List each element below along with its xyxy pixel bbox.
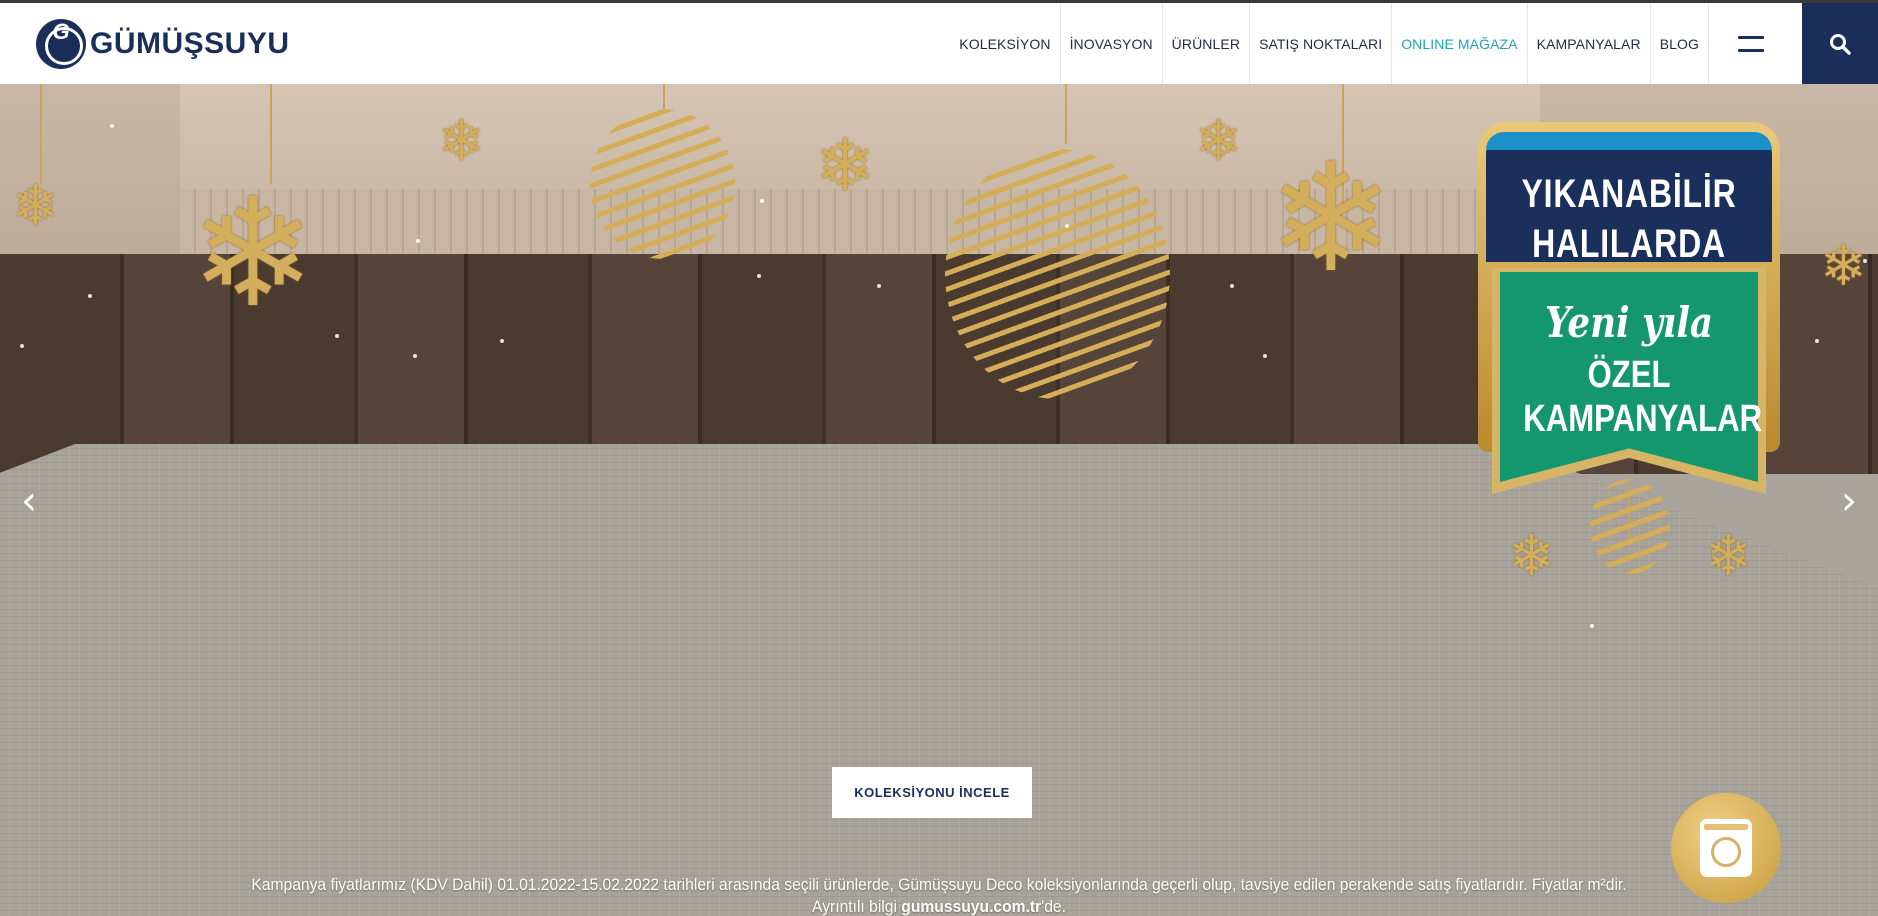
snow-dot: [413, 354, 417, 358]
snow-dot: [88, 294, 92, 298]
brand-name: GÜMÜŞSUYU: [90, 27, 290, 60]
ornament-string: [1065, 84, 1067, 144]
nav-item-blog[interactable]: BLOG: [1651, 3, 1708, 84]
disclaimer-line2: Ayrıntılı bilgi gumussuyu.com.tr'de.: [812, 897, 1066, 916]
snow-dot: [877, 284, 881, 288]
washing-machine-icon: [1700, 819, 1752, 877]
snowflake-ornament-icon: ❄: [12, 174, 59, 239]
nav-item-urunler[interactable]: ÜRÜNLER: [1163, 3, 1251, 84]
main-nav: KOLEKSİYON İNOVASYON ÜRÜNLER SATIŞ NOKTA…: [950, 3, 1708, 84]
snow-dot: [1263, 354, 1267, 358]
snowflake-ornament-icon: ❄: [438, 109, 485, 174]
disclaimer-line1: Kampanya fiyatlarımız (KDV Dahil) 01.01.…: [251, 875, 1627, 894]
snow-dot: [760, 199, 764, 203]
brand-logo[interactable]: G GÜMÜŞSUYU: [36, 18, 290, 70]
campaign-badge: YIKANABİLİR HALILARDA Yeni yıla ÖZEL KAM…: [1478, 122, 1780, 502]
snowflake-ornament-icon: ❄: [1820, 234, 1867, 299]
campaign-disclaimer: Kampanya fiyatlarımız (KDV Dahil) 01.01.…: [75, 874, 1803, 916]
nav-item-koleksiyon[interactable]: KOLEKSİYON: [950, 3, 1061, 84]
nav-item-kampanyalar[interactable]: KAMPANYALAR: [1528, 3, 1651, 84]
slider-prev-arrow[interactable]: ‹: [14, 481, 44, 521]
snow-dot: [1863, 259, 1867, 263]
site-header: G GÜMÜŞSUYU KOLEKSİYON İNOVASYON ÜRÜNLER…: [0, 3, 1878, 84]
search-button[interactable]: [1802, 3, 1878, 84]
badge-script-text: Yeni yıla: [1544, 298, 1714, 347]
chevron-left-icon: ‹: [21, 478, 37, 524]
bauble-ornament-icon: [590, 109, 735, 259]
snow-dot: [416, 239, 420, 243]
bauble-ornament-icon: [945, 149, 1170, 399]
badge-title-line2: HALILARDA: [1532, 222, 1726, 266]
snowflake-ornament-icon: ❄: [190, 167, 316, 341]
snow-dot: [1230, 284, 1234, 288]
snow-dot: [1815, 339, 1819, 343]
disclaimer-link[interactable]: gumussuyu.com.tr: [901, 897, 1041, 916]
badge-line-kampanyalar: KAMPANYALAR: [1523, 398, 1763, 440]
snow-dot: [1590, 624, 1594, 628]
snow-dot: [20, 344, 24, 348]
badge-title-line1: YIKANABİLİR: [1521, 172, 1737, 216]
search-icon: [1830, 33, 1851, 55]
logo-mark: G: [36, 19, 86, 69]
hero-slider: ❄ ❄ ❄ ❄ ❄ ❄ ❄ ❄ ❄ YIKANABİLİR HALILARDA …: [0, 84, 1878, 916]
snow-dot: [1065, 224, 1069, 228]
slider-next-arrow[interactable]: ›: [1834, 481, 1864, 521]
menu-button[interactable]: [1708, 3, 1792, 84]
nav-item-satis-noktalari[interactable]: SATIŞ NOKTALARI: [1250, 3, 1393, 84]
snowflake-ornament-icon: ❄: [815, 123, 876, 207]
ornament-string: [40, 84, 42, 184]
nav-item-online-magaza[interactable]: ONLINE MAĞAZA: [1392, 3, 1528, 84]
snow-dot: [335, 334, 339, 338]
badge-line-ozel: ÖZEL: [1587, 354, 1671, 396]
snowflake-ornament-icon: ❄: [1508, 524, 1555, 589]
nav-item-inovasyon[interactable]: İNOVASYON: [1061, 3, 1163, 84]
snowflake-ornament-icon: ❄: [1195, 109, 1242, 174]
snow-dot: [110, 124, 114, 128]
hamburger-menu-icon: [1737, 35, 1764, 52]
snow-dot: [757, 274, 761, 278]
snowflake-ornament-icon: ❄: [1705, 524, 1752, 589]
snow-dot: [500, 339, 504, 343]
view-collection-button[interactable]: KOLEKSİYONU İNCELE: [832, 767, 1032, 818]
ornament-string: [663, 84, 665, 110]
snowflake-ornament-icon: ❄: [1268, 132, 1394, 306]
chevron-right-icon: ›: [1841, 478, 1857, 524]
